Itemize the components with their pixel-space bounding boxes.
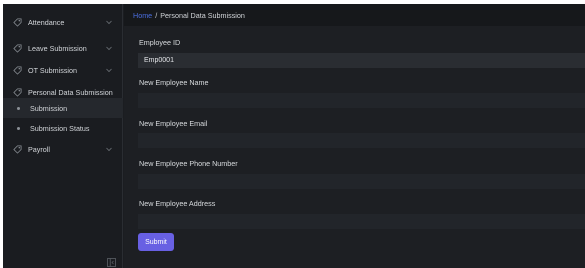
tag-icon	[12, 144, 22, 154]
sidebar-item-label: Leave Submission	[28, 43, 87, 53]
sidebar-item-label: Submission Status	[30, 123, 90, 133]
employee-id-label: Employee ID	[139, 38, 181, 47]
employee-email-field[interactable]	[138, 133, 585, 148]
chevron-down-icon	[105, 44, 113, 52]
submit-button[interactable]: Submit	[138, 233, 174, 251]
bullet-icon	[17, 126, 20, 130]
sidebar-item-label: OT Submission	[28, 65, 77, 75]
employee-name-field[interactable]	[138, 93, 585, 108]
chevron-down-icon	[105, 18, 113, 26]
sidebar-item-submission[interactable]: Submission	[3, 98, 123, 118]
breadcrumb-current: Personal Data Submission	[160, 10, 245, 20]
bullet-icon	[17, 106, 20, 110]
sidebar-item-label: Payroll	[28, 144, 50, 154]
breadcrumb: Home / Personal Data Submission	[124, 4, 585, 26]
sidebar-item-label: Submission	[30, 103, 68, 113]
breadcrumb-home-link[interactable]: Home	[133, 11, 152, 20]
employee-phone-field[interactable]	[138, 174, 585, 189]
sidebar: Attendance Leave Submission OT Submissio…	[3, 4, 123, 268]
sidebar-item-ot-submission[interactable]: OT Submission	[3, 60, 123, 80]
app-window: Attendance Leave Submission OT Submissio…	[3, 4, 585, 268]
tag-icon	[12, 87, 22, 97]
employee-email-label: New Employee Email	[139, 119, 208, 128]
tag-icon	[12, 43, 22, 53]
employee-id-field[interactable]	[138, 53, 585, 68]
sidebar-item-label: Personal Data Submission	[28, 87, 113, 97]
sidebar-item-leave-submission[interactable]: Leave Submission	[3, 38, 123, 58]
tag-icon	[12, 65, 22, 75]
chevron-down-icon	[105, 66, 113, 74]
sidebar-item-submission-status[interactable]: Submission Status	[3, 118, 123, 138]
employee-address-label: New Employee Address	[139, 199, 216, 208]
employee-name-label: New Employee Name	[139, 78, 209, 87]
chevron-down-icon	[105, 145, 113, 153]
sidebar-collapse-icon[interactable]	[107, 254, 116, 267]
tag-icon	[12, 17, 22, 27]
sidebar-item-attendance[interactable]: Attendance	[3, 12, 123, 32]
sidebar-item-payroll[interactable]: Payroll	[3, 139, 123, 159]
breadcrumb-separator: /	[155, 10, 158, 20]
employee-phone-label: New Employee Phone Number	[139, 159, 238, 168]
sidebar-item-label: Attendance	[28, 17, 65, 27]
employee-address-field[interactable]	[138, 214, 585, 229]
main-content: Home / Personal Data Submission Employee…	[124, 4, 585, 268]
